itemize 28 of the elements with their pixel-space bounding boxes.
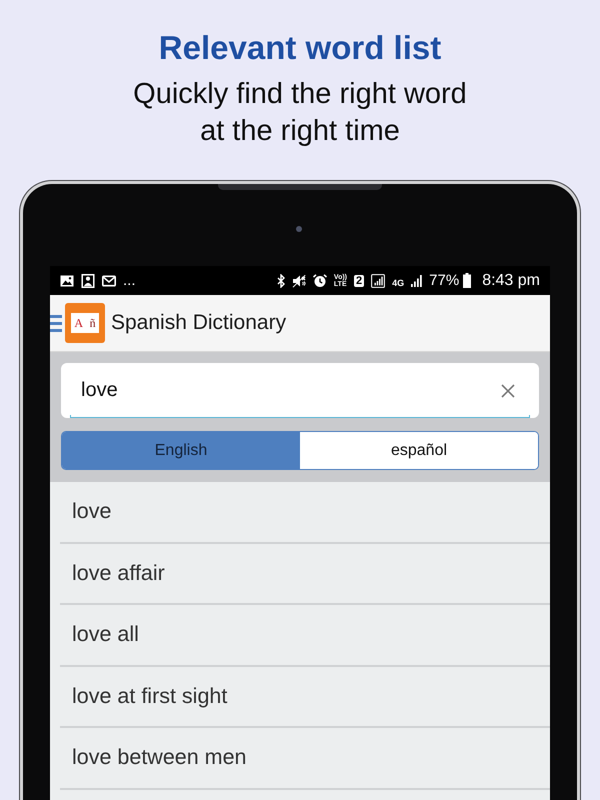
menu-icon[interactable] bbox=[50, 313, 62, 333]
word-list-item[interactable]: love bbox=[60, 482, 550, 544]
signal-box-icon bbox=[371, 274, 386, 288]
clock-time: 8:43 pm bbox=[482, 272, 540, 290]
language-tab[interactable]: English bbox=[62, 432, 300, 469]
network-type: 4G bbox=[392, 278, 404, 288]
word-list-item[interactable]: love between men bbox=[60, 728, 550, 790]
bluetooth-icon bbox=[276, 274, 285, 288]
overflow-indicator: ... bbox=[123, 272, 136, 290]
battery-percent: 77% bbox=[429, 272, 460, 290]
camera-dot bbox=[296, 226, 302, 232]
alarm-clock-icon bbox=[312, 274, 327, 288]
close-icon[interactable] bbox=[501, 384, 515, 398]
battery-icon bbox=[463, 273, 472, 288]
signal-icon bbox=[411, 274, 422, 286]
subheadline: Quickly find the right word at the right time bbox=[132, 77, 468, 149]
headline: Relevant word list bbox=[158, 28, 442, 68]
word-list-item[interactable]: love affair bbox=[60, 544, 550, 605]
app-title: Spanish Dictionary bbox=[111, 311, 286, 335]
word-list-item[interactable]: love at first sight bbox=[60, 666, 550, 728]
mail-icon bbox=[102, 274, 116, 288]
word-list-item[interactable]: love all bbox=[60, 605, 550, 666]
search-field[interactable]: love bbox=[61, 363, 539, 418]
mute-icon bbox=[292, 274, 306, 288]
sim-badge: 2 bbox=[354, 274, 364, 286]
image-icon bbox=[60, 274, 74, 288]
app-logo: A ñ bbox=[65, 303, 105, 343]
portrait-icon bbox=[81, 274, 95, 288]
